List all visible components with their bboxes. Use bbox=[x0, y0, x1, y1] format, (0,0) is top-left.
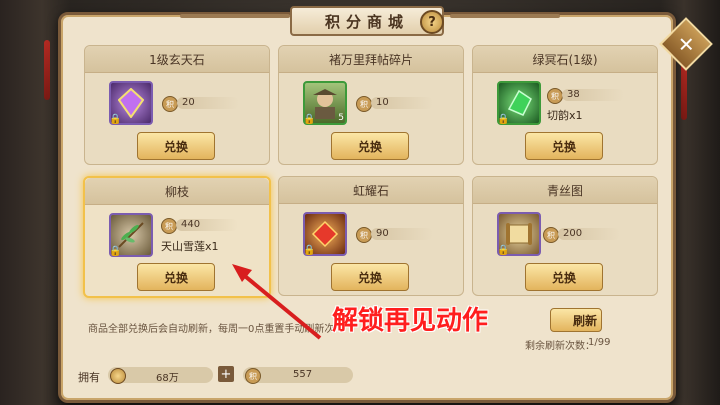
annotation-text: 解锁再见动作 bbox=[332, 306, 489, 336]
annotation-arrow-icon bbox=[232, 264, 322, 340]
